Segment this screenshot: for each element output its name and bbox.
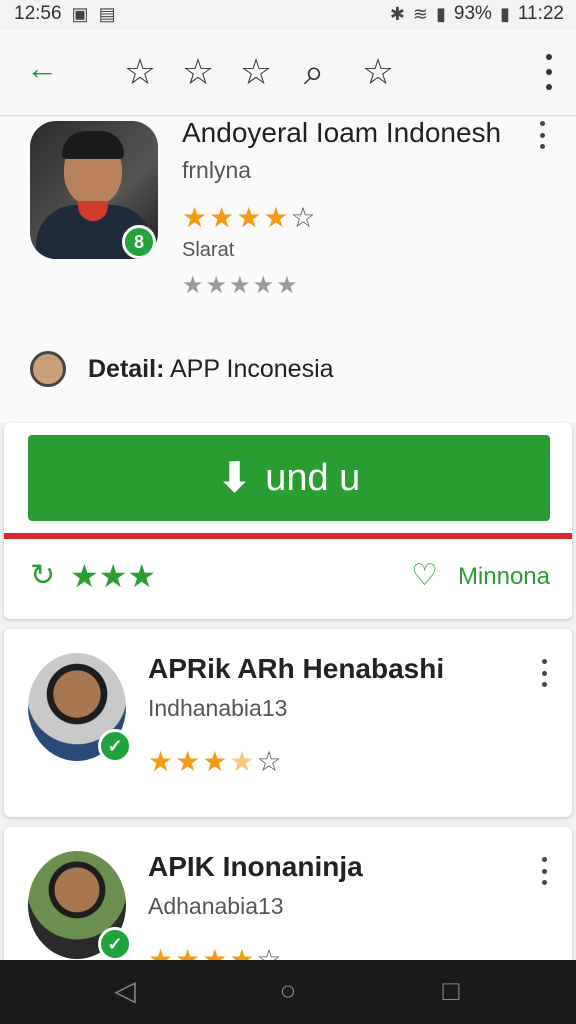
star-icon: ★ — [182, 272, 204, 299]
grey-rating-stars: ★ ★ ★ ★ ★ — [182, 271, 298, 301]
progress-divider — [4, 533, 572, 539]
install-button[interactable]: ⬇ und u — [28, 435, 550, 521]
verified-badge-icon: ✓ — [98, 927, 132, 960]
star-icon: ★ — [229, 272, 251, 299]
star-icon: ★ — [202, 746, 228, 777]
star-icon: ★ — [229, 944, 255, 961]
content: 8 Andoyeral Ioam Indonesh frnlyna ★ ★ ★ ★ ☆ … — [0, 117, 576, 960]
star-icon: ★ — [182, 202, 208, 233]
star-icon: ★ — [229, 746, 255, 777]
search-icon[interactable]: ⌕ — [294, 52, 334, 92]
refresh-icon[interactable]: ↻ — [30, 559, 55, 593]
home-circle-icon[interactable]: ○ — [273, 976, 303, 1006]
rating-stars: ★ ★ ★ ★ ☆ — [148, 747, 282, 777]
star-icon[interactable]: ☆ — [358, 52, 398, 92]
star-icon[interactable]: ☆ — [236, 52, 276, 92]
star-icon: ★ — [148, 944, 174, 961]
install-card: ⬇ und u ↻ ★★★ ♡ Minnona — [4, 423, 572, 619]
rating-label: Slarat — [182, 239, 235, 261]
star-icon: ★ — [175, 944, 201, 961]
back-triangle-icon[interactable]: ◁ — [110, 976, 140, 1006]
detail-row[interactable]: Detail: APP Inconesia — [30, 349, 334, 389]
verified-badge-icon: 8 — [122, 225, 156, 259]
app-title: Andoyeral Ioam Indonesh — [182, 117, 502, 148]
more-vert-icon[interactable] — [538, 121, 546, 149]
app-subtitle: frnlyna — [182, 157, 252, 183]
more-vert-icon[interactable] — [540, 857, 548, 885]
battery-icon: ▮ — [499, 3, 510, 24]
list-item-title: APIK Inonaninja — [148, 851, 363, 882]
status-time-left: 12:56 — [14, 3, 62, 24]
verified-badge-icon: ✓ — [98, 729, 132, 763]
rate-stars[interactable]: ★★★ — [70, 559, 156, 593]
heart-icon[interactable]: ♡ — [411, 559, 438, 593]
star-icon: ★ — [202, 944, 228, 961]
app-icon: 8 — [30, 121, 158, 259]
star-icon: ☆ — [256, 746, 282, 777]
star-icon: ★ — [252, 272, 275, 299]
list-item[interactable]: ✓ APRik ARh Henabashi Indhanabia13 ★ ★ ★ ★ ☆ — [4, 629, 572, 817]
list-item-title: APRik ARh Henabashi — [148, 653, 445, 684]
bluetooth-icon: ✱ — [389, 3, 405, 24]
detail-avatar — [30, 351, 66, 387]
image-icon: ▣ — [71, 3, 89, 24]
status-time-right: 11:22 — [517, 3, 564, 24]
back-arrow-icon[interactable]: ← — [26, 52, 58, 84]
detail-text: Detail: APP Inconesia — [88, 355, 334, 384]
star-icon: ☆ — [256, 944, 282, 961]
star-icon[interactable]: ☆ — [120, 52, 160, 92]
list-item-subtitle: Indhanabia13 — [148, 695, 288, 721]
photo-icon: ▤ — [98, 3, 116, 24]
status-bar: 12:56 ▣ ▤ ✱ ≋ ▮ 93% ▮ 11:22 — [0, 0, 576, 28]
hair-shape — [62, 131, 124, 159]
signal-icon: ▮ — [436, 3, 446, 24]
star-icon: ★ — [236, 202, 262, 233]
app-header: 8 Andoyeral Ioam Indonesh frnlyna ★ ★ ★ ★ ☆ … — [0, 117, 576, 423]
download-icon: ⬇ — [217, 456, 252, 500]
install-footer: ↻ ★★★ ♡ Minnona — [30, 559, 550, 595]
toolbar: ← ☆ ☆ ☆ ⌕ ☆ — [0, 30, 576, 116]
star-icon[interactable]: ☆ — [178, 52, 218, 92]
star-icon: ★ — [276, 272, 298, 299]
navigation-bar: ◁ ○ □ — [0, 960, 576, 1024]
install-button-label: und u — [265, 456, 361, 499]
more-vert-icon[interactable] — [540, 659, 548, 687]
detail-prefix: Detail: — [88, 354, 165, 383]
list-item-subtitle: Adhanabia13 — [148, 893, 284, 919]
star-icon: ☆ — [290, 202, 316, 233]
more-vert-icon[interactable] — [544, 54, 554, 90]
star-icon: ★ — [205, 272, 228, 299]
list-item[interactable]: ✓ APIK Inonaninja Adhanabia13 ★ ★ ★ ★ ☆ — [4, 827, 572, 960]
detail-value: APP Inconesia — [169, 354, 334, 383]
recents-square-icon[interactable]: □ — [436, 976, 466, 1006]
star-icon: ★ — [209, 202, 235, 233]
wifi-icon: ≋ — [412, 3, 429, 24]
star-icon: ★ — [263, 202, 289, 233]
rating-stars: ★ ★ ★ ★ ☆ — [182, 203, 316, 233]
star-icon: ★ — [148, 746, 174, 777]
rating-stars: ★ ★ ★ ★ ☆ — [148, 944, 282, 961]
star-icon: ★ — [175, 746, 201, 777]
footer-label[interactable]: Minnona — [458, 563, 550, 591]
battery-percent: 93% — [453, 3, 492, 24]
